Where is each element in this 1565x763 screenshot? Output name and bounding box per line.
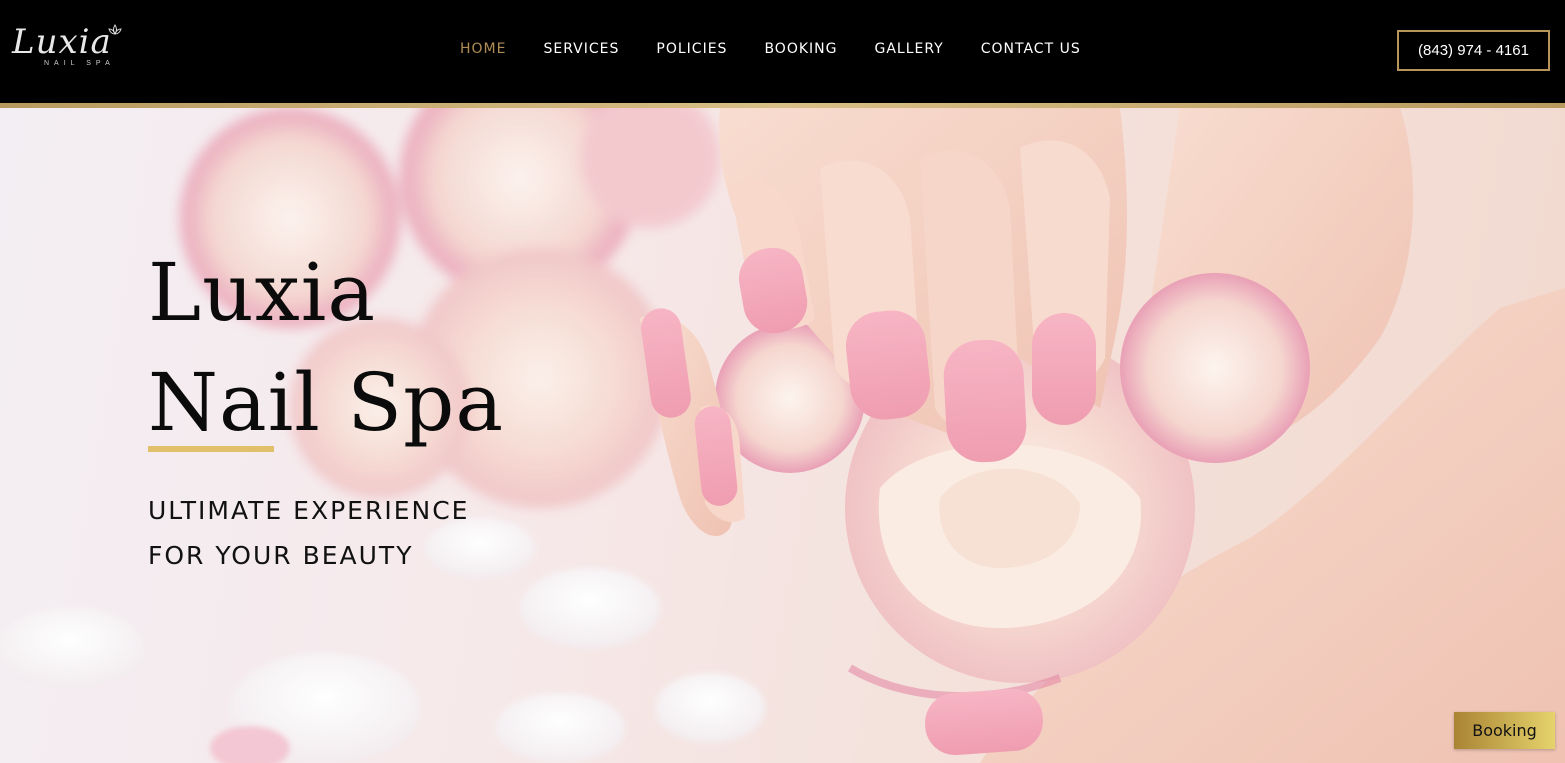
- nav-services[interactable]: SERVICES: [543, 39, 619, 59]
- hero-subtitle: ULTIMATE EXPERIENCE FOR YOUR BEAUTY: [148, 488, 469, 578]
- main-nav: HOME SERVICES POLICIES BOOKING GALLERY C…: [460, 39, 1118, 59]
- site-header: Luxia NAIL SPA HOME SERVICES POLICIES BO…: [0, 0, 1565, 103]
- hero-title-line-2: Nail Spa: [148, 356, 505, 449]
- hero-title-line-1: Luxia: [148, 246, 377, 339]
- logo-subtitle: NAIL SPA: [44, 60, 115, 67]
- nav-home[interactable]: HOME: [460, 39, 506, 59]
- nav-contact-us[interactable]: CONTACT US: [981, 39, 1081, 59]
- nav-gallery[interactable]: GALLERY: [874, 39, 943, 59]
- floating-booking-button[interactable]: Booking: [1454, 712, 1555, 749]
- hero-subtitle-line-1: ULTIMATE EXPERIENCE: [148, 496, 470, 525]
- hero-section: Luxia Nail Spa ULTIMATE EXPERIENCE FOR Y…: [0, 108, 1565, 763]
- logo-script: Luxia: [12, 22, 112, 62]
- hero-title: Luxia Nail Spa: [148, 238, 504, 458]
- phone-button[interactable]: (843) 974 - 4161: [1397, 30, 1550, 71]
- hero-subtitle-line-2: FOR YOUR BEAUTY: [148, 541, 414, 570]
- lotus-icon: [108, 24, 122, 35]
- logo[interactable]: Luxia NAIL SPA: [12, 22, 162, 74]
- title-underline: [148, 446, 274, 452]
- nav-booking[interactable]: BOOKING: [764, 39, 837, 59]
- nav-policies[interactable]: POLICIES: [656, 39, 727, 59]
